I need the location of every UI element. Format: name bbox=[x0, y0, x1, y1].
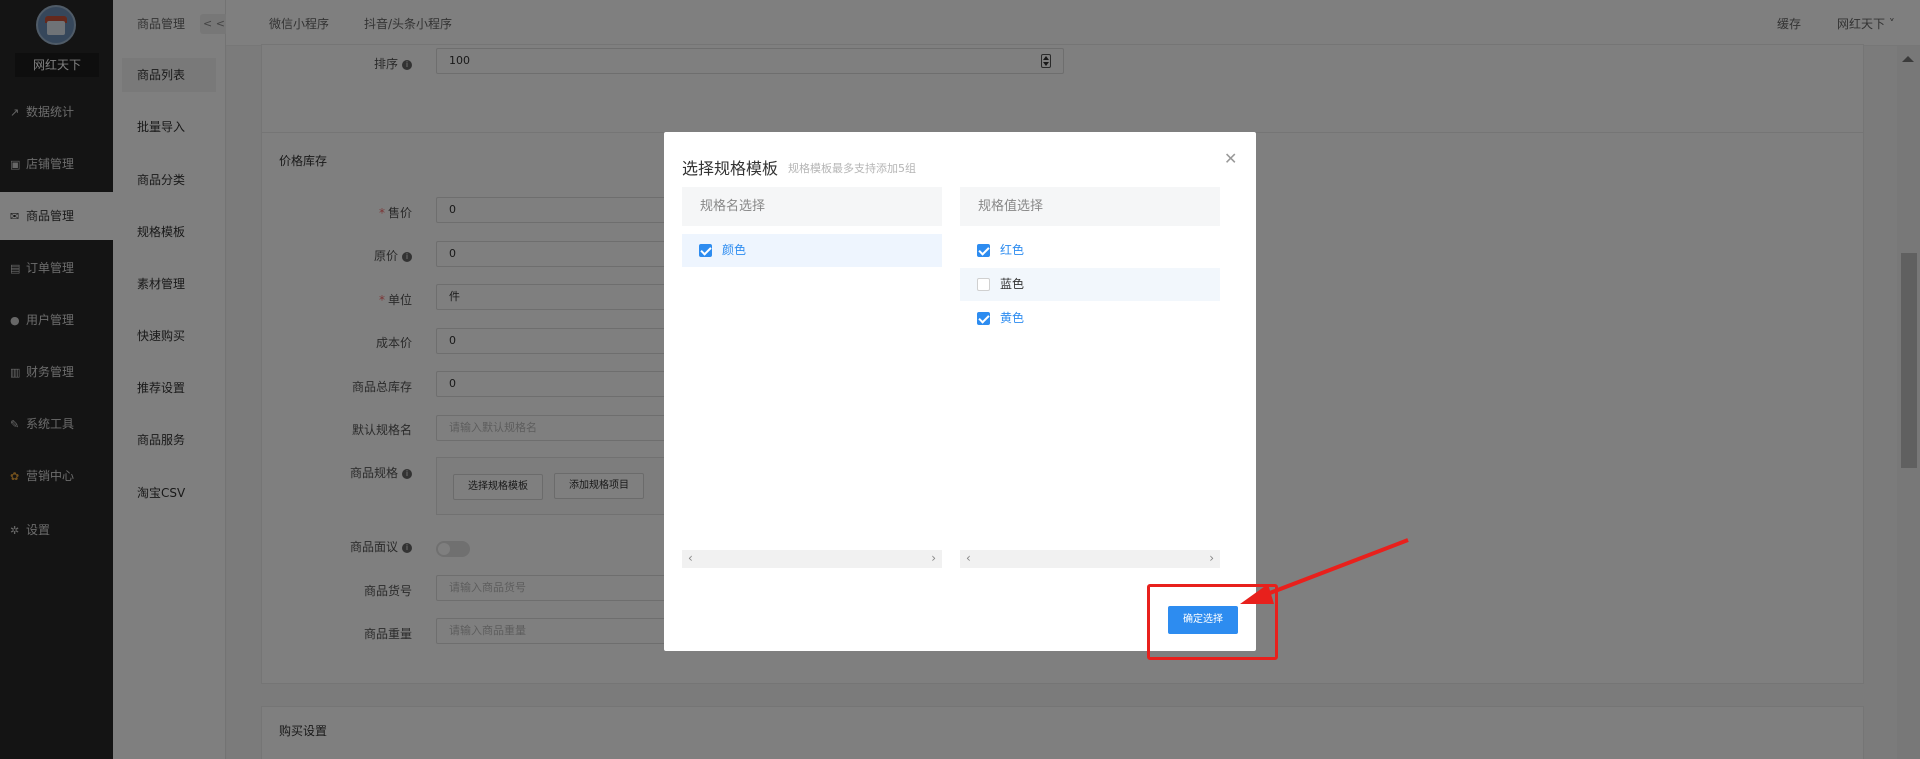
annotation-arrow-icon bbox=[1240, 538, 1409, 604]
app-root: 网红天下 ↗数据统计 ▣店铺管理 ✉商品管理 ▤订单管理 ●用户管理 ▥财务管理… bbox=[0, 0, 1920, 759]
